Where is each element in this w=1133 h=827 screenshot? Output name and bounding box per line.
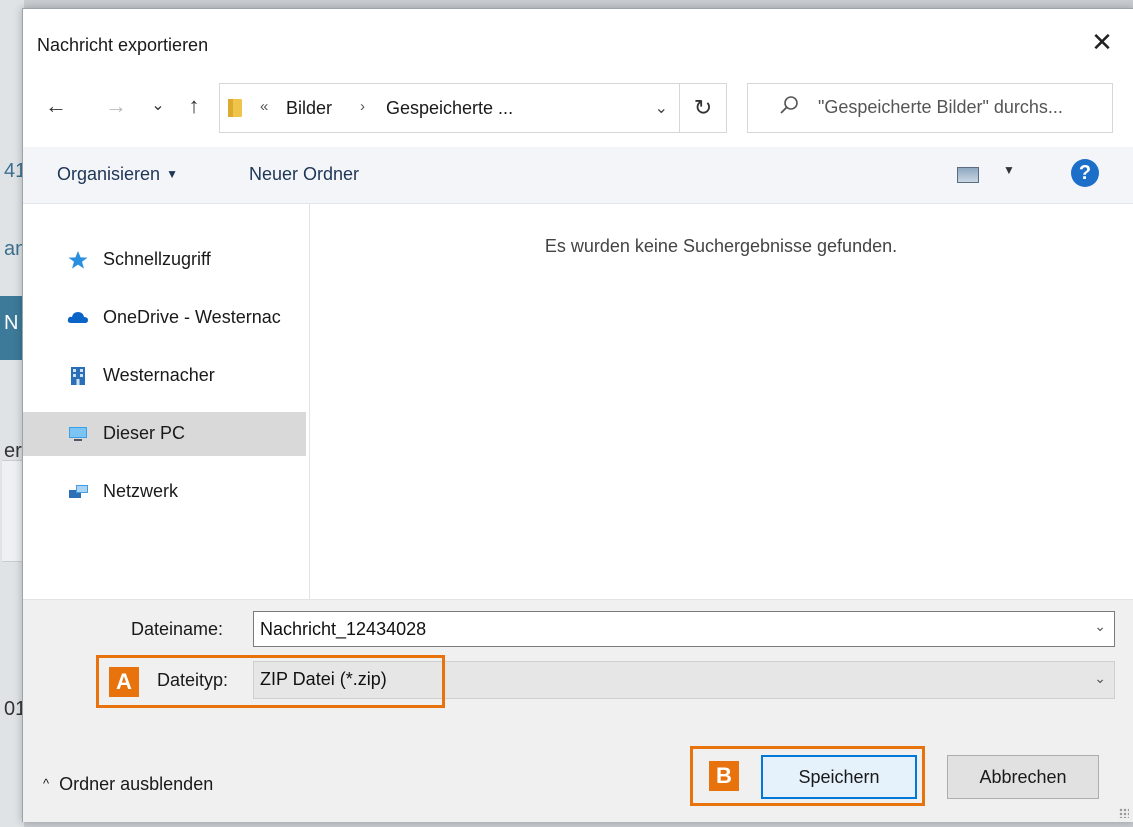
cancel-button[interactable]: Abbrechen [947, 755, 1099, 799]
folder-icon [228, 99, 242, 117]
sidebar-item-label: Westernacher [103, 365, 215, 385]
building-icon [71, 367, 85, 385]
command-toolbar: Organisieren ▼ Neuer Ordner ▼ ? [23, 147, 1133, 204]
chevron-down-icon: ⌄ [1094, 670, 1106, 686]
help-button[interactable]: ? [1071, 159, 1099, 187]
recent-locations-button[interactable]: ⌄ [145, 91, 171, 121]
up-button[interactable]: ↑ [181, 91, 207, 121]
search-input[interactable] [818, 92, 1108, 122]
breadcrumb-separator[interactable]: › [360, 98, 365, 115]
organize-label: Organisieren [57, 164, 161, 184]
background-app: 41 an N er 01 [0, 0, 26, 827]
background-panel [2, 460, 24, 562]
callout-badge-a: A [109, 667, 139, 697]
sidebar-item-dieser-pc[interactable]: Dieser PC [23, 412, 306, 456]
callout-box-a [96, 655, 445, 708]
dialog-title: Nachricht exportieren [37, 35, 209, 55]
refresh-button[interactable]: ↻ [679, 84, 726, 132]
cloud-icon [67, 312, 88, 323]
sidebar-item-onedrive[interactable]: OneDrive - Westernac [23, 296, 306, 340]
new-folder-button[interactable]: Neuer Ordner [249, 164, 359, 185]
address-dropdown-button[interactable]: ⌄ [655, 98, 668, 118]
star-icon [68, 251, 88, 269]
save-button[interactable]: Speichern [761, 755, 917, 799]
computer-icon [69, 427, 87, 441]
close-button[interactable]: ✕ [1089, 29, 1115, 55]
sidebar-item-label: Netzwerk [103, 481, 179, 501]
file-list[interactable]: Es wurden keine Suchergebnisse gefunden. [311, 204, 1131, 599]
breadcrumb-bilder[interactable]: Bilder [286, 98, 332, 119]
resize-grip-icon[interactable] [1119, 808, 1129, 818]
sidebar-item-westernacher[interactable]: Westernacher [23, 354, 306, 398]
title-bar: Nachricht exportieren ✕ [23, 9, 1133, 69]
view-options-icon[interactable] [957, 167, 979, 183]
search-box[interactable] [747, 83, 1113, 133]
sidebar-item-label: Schnellzugriff [103, 249, 211, 269]
search-icon [780, 96, 798, 114]
network-icon [69, 485, 88, 498]
forward-button[interactable]: → [103, 91, 129, 121]
filename-input[interactable] [260, 617, 1080, 641]
background-bar: N [0, 296, 24, 360]
organize-menu[interactable]: Organisieren ▼ [57, 164, 178, 185]
filename-label: Dateiname: [131, 619, 224, 639]
sidebar-item-label: OneDrive - Westernac [103, 307, 281, 327]
sidebar-item-label: Dieser PC [103, 423, 186, 443]
chevron-up-icon: ^ [43, 776, 50, 791]
back-button[interactable]: ← [43, 91, 69, 121]
hide-folders-label: Ordner ausblenden [59, 774, 214, 794]
hide-folders-toggle[interactable]: ^ Ordner ausblenden [43, 774, 213, 795]
callout-badge-b: B [709, 761, 739, 791]
sidebar-item-schnellzugriff[interactable]: Schnellzugriff [23, 238, 306, 282]
sidebar-item-netzwerk[interactable]: Netzwerk [23, 470, 306, 514]
caret-down-icon: ▼ [166, 167, 178, 181]
breadcrumb-gespeicherte[interactable]: Gespeicherte ... [386, 98, 513, 119]
breadcrumb-overflow[interactable]: « [260, 98, 268, 115]
address-bar[interactable]: « Bilder › Gespeicherte ... ⌄ ↻ [219, 83, 727, 133]
save-options-panel: Dateiname: ⌄ Dateityp: ZIP Datei (*.zip)… [23, 599, 1133, 822]
filename-field[interactable]: ⌄ [253, 611, 1115, 647]
navigation-bar: ← → ⌄ ↑ « Bilder › Gespeicherte ... ⌄ ↻ [23, 79, 1133, 135]
background-text: N [4, 312, 19, 334]
chevron-down-icon[interactable]: ⌄ [1094, 618, 1106, 635]
save-dialog: Nachricht exportieren ✕ ← → ⌄ ↑ « Bilder… [22, 8, 1133, 822]
view-options-caret[interactable]: ▼ [1003, 163, 1015, 177]
navigation-pane: Schnellzugriff OneDrive - Westernac West… [23, 204, 310, 599]
empty-results-message: Es wurden keine Suchergebnisse gefunden. [544, 236, 898, 256]
